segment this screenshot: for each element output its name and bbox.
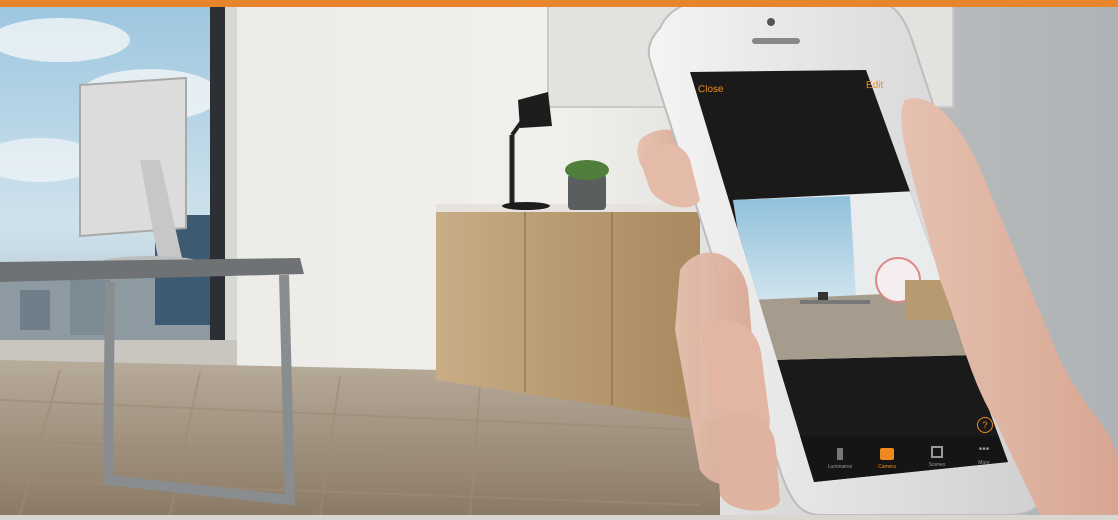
- office-scene: [0, 0, 1118, 516]
- accent-top-bar: [0, 0, 1118, 7]
- edit-label: Edit: [865, 79, 884, 92]
- app-close-button[interactable]: Close: [698, 84, 724, 95]
- close-label: Close: [697, 83, 724, 96]
- app-edit-button[interactable]: Edit: [866, 80, 883, 91]
- question-circle-icon[interactable]: ?: [977, 417, 993, 433]
